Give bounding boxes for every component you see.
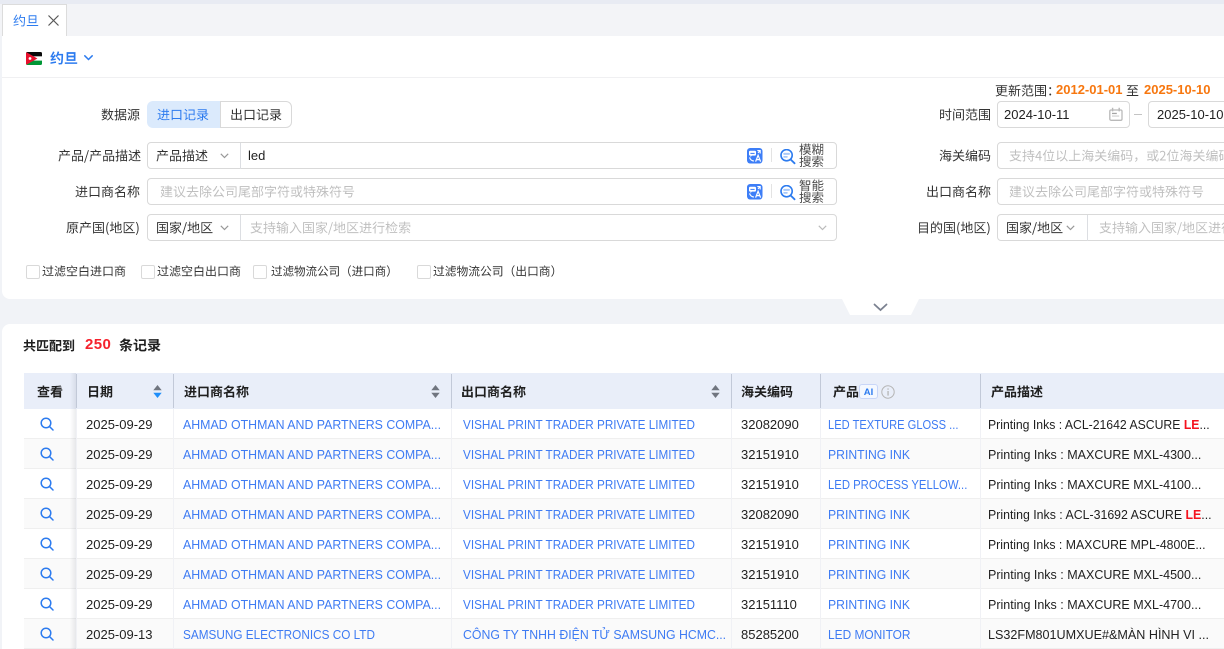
svg-text:AI: AI xyxy=(864,387,874,398)
